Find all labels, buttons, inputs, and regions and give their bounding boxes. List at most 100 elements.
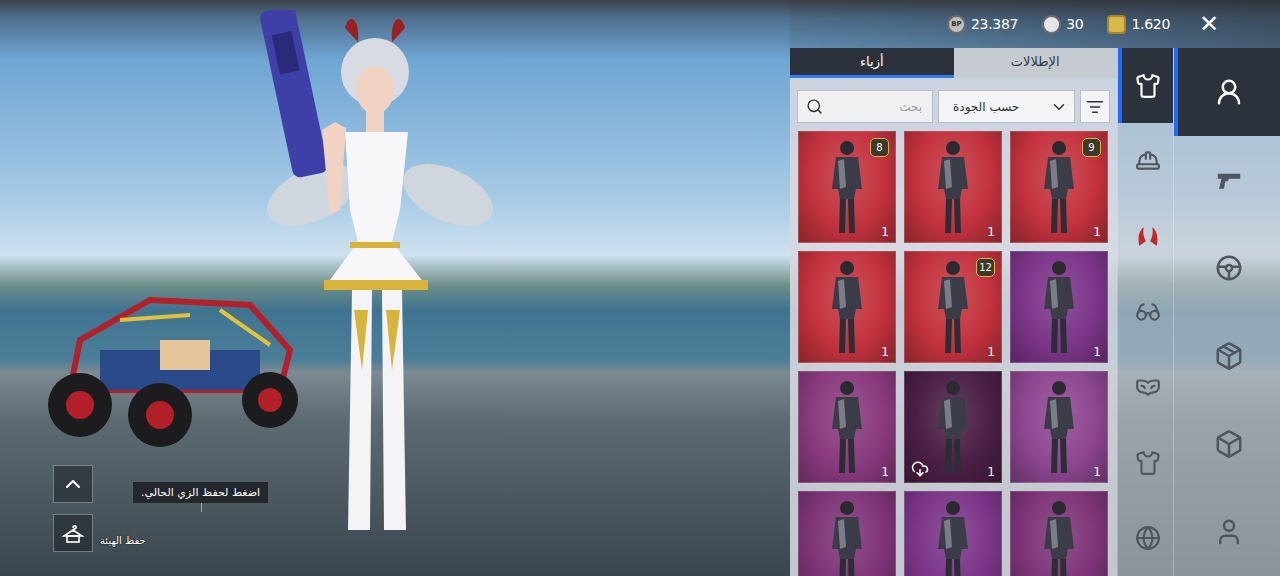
level-badge: 12 — [976, 258, 995, 277]
wardrobe-panel: أزياءالإطلالاتحسب الجودة8119111211111 — [790, 48, 1117, 576]
outfit-thumbnail — [930, 499, 976, 576]
outfit-thumbnail — [824, 499, 870, 576]
item-count: 1 — [1093, 465, 1101, 479]
item-card[interactable]: 81 — [798, 131, 896, 243]
category-item[interactable] — [1174, 312, 1280, 400]
item-card[interactable]: 1 — [798, 371, 896, 483]
category-item[interactable] — [1174, 136, 1280, 224]
item-card[interactable] — [1010, 491, 1108, 576]
currency: 1.620 — [1107, 15, 1170, 34]
sort-label: حسب الجودة — [953, 100, 1019, 114]
close-button[interactable]: ✕ — [1194, 11, 1224, 37]
person-icon — [1214, 517, 1244, 547]
outfit-thumbnail — [1036, 379, 1082, 475]
wardrobe-screen: اضغط لحفظ الزي الحالي. حفظ الهيئة BP 23.387… — [0, 0, 1280, 576]
category-item[interactable] — [1118, 425, 1173, 500]
category-item[interactable] — [1118, 501, 1173, 576]
item-card[interactable]: 1 — [1010, 371, 1108, 483]
character-figure — [250, 10, 510, 540]
pistol-icon — [1214, 165, 1244, 195]
uc-coin-icon — [1107, 15, 1126, 34]
outfit-thumbnail — [930, 139, 976, 235]
level-badge: 9 — [1082, 138, 1101, 157]
jacket-icon — [1135, 450, 1161, 476]
silver-coin-icon — [1042, 15, 1061, 34]
currency-bar: BP 23.387 30 1.620 ✕ — [790, 0, 1280, 48]
category-bar — [1117, 48, 1280, 576]
item-count: 1 — [987, 345, 995, 359]
category-item[interactable] — [1174, 400, 1280, 488]
item-card[interactable]: 12 1 — [904, 251, 1002, 363]
outfit-thumbnail — [824, 259, 870, 355]
category-item[interactable] — [1118, 123, 1173, 198]
category-item[interactable] — [1174, 48, 1280, 136]
currency-amount: 23.387 — [971, 16, 1018, 32]
item-card[interactable] — [798, 491, 896, 576]
bp-coin-icon: BP — [947, 15, 966, 34]
currency: BP 23.387 — [947, 15, 1018, 34]
item-count: 1 — [881, 345, 889, 359]
outfit-thumbnail — [824, 139, 870, 235]
save-outfit-row: اضغط لحفظ الزي الحالي. حفظ الهيئة — [53, 514, 790, 552]
item-count: 1 — [881, 465, 889, 479]
helmet-icon — [1135, 148, 1161, 174]
horns-icon — [1135, 224, 1161, 250]
search-field[interactable] — [797, 90, 933, 123]
item-card[interactable]: 1 — [904, 371, 1002, 483]
item-grid: 8119111211111 — [790, 131, 1117, 576]
search-icon — [806, 98, 823, 115]
mask-icon — [1135, 374, 1161, 400]
item-card[interactable] — [904, 491, 1002, 576]
outfit-thumbnail — [824, 379, 870, 475]
save-outfit-button[interactable]: اضغط لحفظ الزي الحالي. — [53, 514, 93, 552]
category-item[interactable] — [1174, 488, 1280, 576]
search-input[interactable] — [827, 99, 924, 115]
currency: 30 — [1042, 15, 1083, 34]
item-card[interactable]: 1 — [798, 251, 896, 363]
level-badge: 8 — [870, 138, 889, 157]
save-tooltip: اضغط لحفظ الزي الحالي. — [133, 482, 268, 503]
filter-button[interactable] — [1080, 90, 1110, 123]
outfit-thumbnail — [1036, 259, 1082, 355]
category-column — [1117, 48, 1173, 576]
glasses-icon — [1135, 299, 1161, 325]
lobby-scene: اضغط لحفظ الزي الحالي. حفظ الهيئة — [0, 0, 790, 576]
tab[interactable]: الإطلالات — [954, 48, 1118, 78]
collapse-button[interactable] — [53, 465, 93, 503]
filter-icon — [1086, 98, 1104, 116]
avatar-icon — [1214, 77, 1244, 107]
item-card[interactable]: 1 — [1010, 251, 1108, 363]
crate-icon — [1214, 341, 1244, 371]
ball-icon — [1135, 525, 1161, 551]
chevron-down-icon — [1050, 98, 1068, 116]
item-count: 1 — [987, 465, 995, 479]
outfit-thumbnail — [1036, 139, 1082, 235]
steering-wheel-icon — [1214, 253, 1244, 283]
outfit-thumbnail — [1036, 499, 1082, 576]
outfit-thumbnail — [930, 379, 976, 475]
category-item[interactable] — [1118, 199, 1173, 274]
outfit-icon — [1135, 73, 1161, 99]
cloud-download-icon — [911, 460, 929, 478]
control-row: حسب الجودة — [790, 78, 1117, 131]
box-icon — [1214, 429, 1244, 459]
category-item[interactable] — [1118, 350, 1173, 425]
tab-bar: أزياءالإطلالات — [790, 48, 1117, 78]
item-card[interactable]: 91 — [1010, 131, 1108, 243]
buggy-vehicle — [40, 280, 310, 450]
sort-dropdown[interactable]: حسب الجودة — [938, 90, 1075, 123]
category-item[interactable] — [1118, 274, 1173, 349]
item-card[interactable]: 1 — [904, 131, 1002, 243]
category-item[interactable] — [1174, 224, 1280, 312]
category-column — [1173, 48, 1280, 576]
item-count: 1 — [1093, 225, 1101, 239]
tab[interactable]: أزياء — [790, 48, 954, 78]
item-count: 1 — [987, 225, 995, 239]
hanger-icon — [61, 521, 85, 545]
chevron-up-icon — [61, 472, 85, 496]
item-count: 1 — [881, 225, 889, 239]
item-count: 1 — [1093, 345, 1101, 359]
save-outfit-label: حفظ الهيئة — [100, 535, 146, 552]
category-item[interactable] — [1118, 48, 1173, 123]
currency-amount: 30 — [1066, 16, 1083, 32]
